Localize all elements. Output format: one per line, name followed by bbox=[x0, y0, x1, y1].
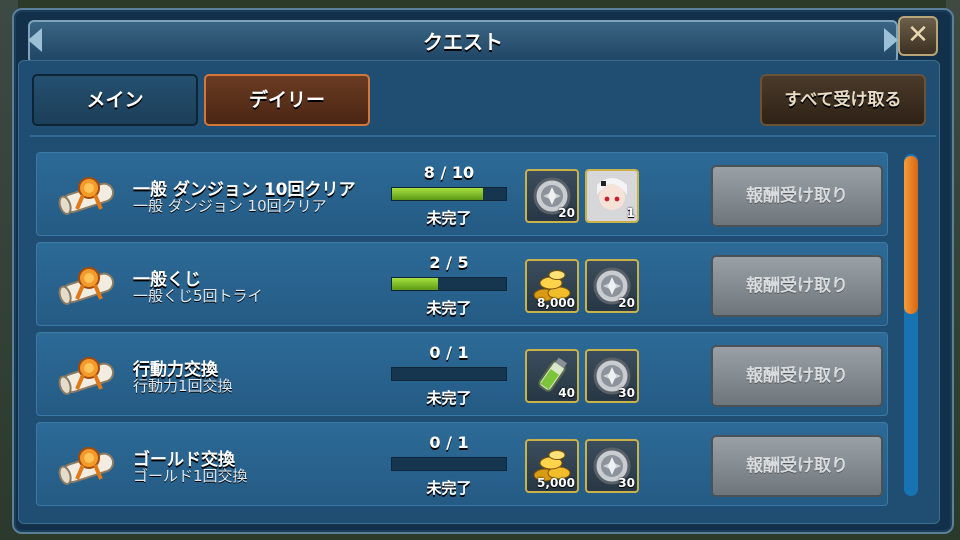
reward-slot[interactable]: 5,000 bbox=[525, 439, 579, 493]
window-title: クエスト bbox=[423, 30, 503, 54]
progress-bar bbox=[391, 277, 507, 291]
tab-main[interactable]: メイン bbox=[32, 74, 198, 126]
progress-bar bbox=[391, 187, 507, 201]
reward-count: 20 bbox=[618, 296, 635, 310]
quest-row: 一般 ダンジョン 10回クリア 一般 ダンジョン 10回クリア 8 / 10 未完了 2… bbox=[36, 152, 888, 236]
reward-count: 1 bbox=[626, 206, 635, 220]
quest-description: 一般くじ5回トライ bbox=[133, 287, 263, 305]
tab-daily[interactable]: デイリー bbox=[204, 74, 370, 126]
quest-description: 行動力1回交換 bbox=[133, 377, 233, 395]
divider bbox=[30, 135, 936, 137]
reward-count: 30 bbox=[618, 386, 635, 400]
quest-scroll-icon bbox=[55, 441, 119, 489]
reward-count: 40 bbox=[558, 386, 575, 400]
quest-row: ゴールド交換 ゴールド1回交換 0 / 1 未完了 5,000 30 報酬受け取り bbox=[36, 422, 888, 506]
progress-bar bbox=[391, 367, 507, 381]
quest-row: 一般くじ 一般くじ5回トライ 2 / 5 未完了 8,000 20 報酬受け取り bbox=[36, 242, 888, 326]
progress-text: 8 / 10 bbox=[423, 163, 475, 182]
claim-reward-button[interactable]: 報酬受け取り bbox=[711, 255, 883, 317]
reward-count: 30 bbox=[618, 476, 635, 490]
status-text: 未完了 bbox=[426, 479, 472, 497]
quest-description: ゴールド1回交換 bbox=[133, 467, 248, 485]
quest-scroll-icon bbox=[55, 351, 119, 399]
quest-scroll-icon bbox=[55, 261, 119, 309]
progress-text: 0 / 1 bbox=[429, 433, 469, 452]
reward-slot[interactable]: 20 bbox=[585, 259, 639, 313]
close-button[interactable]: ✕ bbox=[898, 16, 938, 56]
quest-row: 行動力交換 行動力1回交換 0 / 1 未完了 40 30 報酬受け取り bbox=[36, 332, 888, 416]
reward-slot[interactable]: 30 bbox=[585, 349, 639, 403]
reward-count: 20 bbox=[558, 206, 575, 220]
progress-text: 0 / 1 bbox=[429, 343, 469, 362]
reward-slot[interactable]: 1 bbox=[585, 169, 639, 223]
progress-fill bbox=[392, 188, 484, 200]
status-text: 未完了 bbox=[426, 389, 472, 407]
reward-slot[interactable]: 30 bbox=[585, 439, 639, 493]
reward-slot[interactable]: 40 bbox=[525, 349, 579, 403]
claim-reward-button[interactable]: 報酬受け取り bbox=[711, 435, 883, 497]
reward-slot[interactable]: 8,000 bbox=[525, 259, 579, 313]
claim-all-button[interactable]: すべて受け取る bbox=[760, 74, 926, 126]
close-x-icon: ✕ bbox=[907, 20, 929, 50]
progress-fill bbox=[392, 278, 438, 290]
status-text: 未完了 bbox=[426, 299, 472, 317]
quest-scroll-icon bbox=[55, 171, 119, 219]
reward-count: 8,000 bbox=[537, 296, 575, 310]
reward-count: 5,000 bbox=[537, 476, 575, 490]
scrollbar[interactable] bbox=[904, 154, 918, 496]
title-bar: クエスト bbox=[28, 20, 898, 64]
status-text: 未完了 bbox=[426, 209, 472, 227]
claim-reward-button[interactable]: 報酬受け取り bbox=[711, 345, 883, 407]
scrollbar-thumb[interactable] bbox=[904, 156, 918, 314]
progress-text: 2 / 5 bbox=[429, 253, 469, 272]
quest-description: 一般 ダンジョン 10回クリア bbox=[133, 197, 327, 215]
progress-bar bbox=[391, 457, 507, 471]
reward-slot[interactable]: 20 bbox=[525, 169, 579, 223]
claim-reward-button[interactable]: 報酬受け取り bbox=[711, 165, 883, 227]
